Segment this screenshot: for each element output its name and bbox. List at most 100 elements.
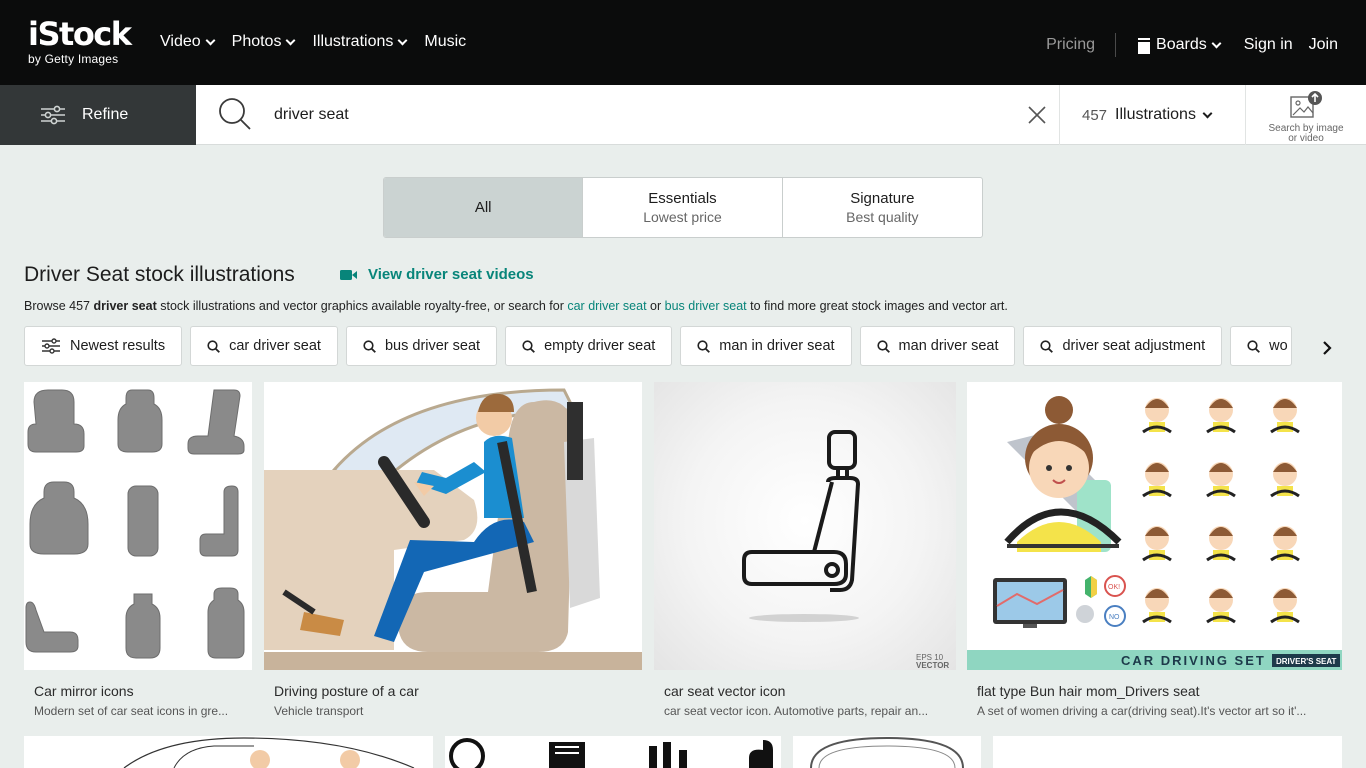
result-thumbnail[interactable]: [445, 736, 781, 768]
search-icon: [1040, 339, 1054, 353]
result-title[interactable]: flat type Bun hair mom_Drivers seat: [977, 683, 1200, 699]
image-upload-icon: [1290, 91, 1322, 118]
asset-type-select[interactable]: 457 Illustrations: [1059, 85, 1245, 145]
result-description: car seat vector icon. Automotive parts, …: [664, 704, 929, 718]
tab-signature-label: Signature: [850, 190, 915, 207]
search-by-image-button[interactable]: Search by image or video: [1245, 85, 1366, 145]
top-navigation-bar: iStock by Getty Images Video Photos Illu…: [0, 0, 1366, 85]
result-title[interactable]: Driving posture of a car: [274, 683, 419, 699]
browse-term: driver seat: [93, 299, 157, 313]
tab-essentials-sub: Lowest price: [643, 209, 722, 225]
search-icon: [363, 339, 376, 353]
tab-essentials-label: Essentials: [648, 190, 717, 207]
result-title[interactable]: car seat vector icon: [664, 683, 785, 699]
search-icon: [1247, 339, 1261, 353]
search-icon: [876, 339, 890, 353]
join-link[interactable]: Join: [1309, 36, 1338, 54]
chip-driver-seat-adjustment[interactable]: driver seat adjustment: [1023, 326, 1223, 366]
search-icon: [207, 339, 221, 353]
nav-video[interactable]: Video: [160, 33, 216, 51]
result-thumbnail[interactable]: OK! NO CAR DRIVING SET DRIVER'S SEAT: [967, 382, 1342, 670]
result-thumbnail[interactable]: [24, 382, 252, 670]
view-videos-link[interactable]: View driver seat videos: [340, 266, 534, 283]
chip-car-driver-seat[interactable]: car driver seat: [190, 326, 338, 366]
car-seat-outline-image: EPS 10 VECTOR: [742, 430, 949, 670]
sliders-icon: [41, 105, 65, 125]
related-link-bus-driver-seat[interactable]: bus driver seat: [665, 299, 747, 313]
account-nav: Pricing Boards Sign in Join: [1046, 33, 1338, 57]
chevron-right-icon[interactable]: [1316, 337, 1338, 359]
result-thumbnail[interactable]: [993, 736, 1342, 768]
result-thumbnail[interactable]: EPS 10 VECTOR: [654, 382, 956, 670]
chip-label: bus driver seat: [384, 338, 481, 354]
nav-illustrations-label: Illustrations: [312, 33, 394, 50]
tab-all-label: All: [474, 199, 492, 216]
sliders-icon: [42, 338, 60, 354]
driving-posture-image: [264, 388, 642, 670]
car-seat-icons-image: [25, 389, 245, 659]
chip-label: man driver seat: [898, 338, 999, 354]
steering-wheel-image: [810, 736, 964, 768]
chip-man-driver-seat[interactable]: man driver seat: [859, 326, 1016, 366]
license-tabs: All Essentials Lowest price Signature Be…: [383, 177, 983, 238]
search-icon: [522, 339, 536, 353]
nav-photos[interactable]: Photos: [231, 33, 296, 51]
chip-label: Newest results: [70, 338, 166, 354]
pricing-link[interactable]: Pricing: [1046, 36, 1095, 54]
chip-label: driver seat adjustment: [1062, 338, 1206, 354]
nav-music-label: Music: [424, 33, 467, 50]
chip-label: empty driver seat: [544, 338, 656, 354]
car-set-banner: CAR DRIVING SET: [1121, 653, 1266, 668]
chip-man-in-driver-seat[interactable]: man in driver seat: [680, 326, 852, 366]
chip-newest-results[interactable]: Newest results: [24, 326, 183, 366]
search-input[interactable]: [262, 99, 1002, 131]
nav-divider: [1115, 33, 1117, 57]
boards-button[interactable]: Boards: [1136, 36, 1222, 56]
chip-bus-driver-seat[interactable]: bus driver seat: [345, 326, 498, 366]
browse-or: or: [650, 299, 662, 313]
chip-label: wo: [1269, 338, 1288, 354]
tab-essentials[interactable]: Essentials Lowest price: [583, 178, 783, 237]
result-description: Vehicle transport: [274, 704, 364, 718]
refine-label: Refine: [82, 106, 129, 123]
tab-signature[interactable]: Signature Best quality: [783, 178, 982, 237]
logo-wordmark: iStock: [28, 15, 132, 53]
tab-all[interactable]: All: [384, 178, 584, 237]
result-thumbnail[interactable]: [264, 382, 642, 670]
chevron-down-icon: [205, 35, 216, 45]
chip-empty-driver-seat[interactable]: empty driver seat: [505, 326, 673, 366]
browse-suffix: to find more great stock images and vect…: [750, 299, 1008, 313]
no-badge: NO: [1109, 614, 1120, 621]
istock-logo[interactable]: iStock by Getty Images: [28, 15, 132, 66]
browse-description: Browse 457 driver seat stock illustratio…: [24, 299, 1008, 313]
asset-type-label: Illustrations: [1115, 106, 1196, 123]
browse-middle: stock illustrations and vector graphics …: [160, 299, 564, 313]
related-link-car-driver-seat[interactable]: car driver seat: [567, 299, 646, 313]
chip-truncated[interactable]: wo: [1230, 326, 1293, 366]
nav-illustrations[interactable]: Illustrations: [312, 33, 408, 51]
result-description: A set of women driving a car(driving sea…: [977, 704, 1307, 718]
tab-signature-sub: Best quality: [846, 209, 919, 225]
car-icons-row-image: [449, 738, 773, 768]
nav-music[interactable]: Music: [424, 33, 466, 51]
chevron-down-icon: [1211, 38, 1222, 48]
main-nav: Video Photos Illustrations Music: [160, 33, 466, 51]
boards-icon: [1136, 38, 1153, 56]
nav-photos-label: Photos: [231, 33, 282, 50]
result-count: 457: [1082, 106, 1108, 124]
result-thumbnail[interactable]: [793, 736, 981, 768]
refine-button[interactable]: Refine: [0, 85, 196, 145]
close-icon[interactable]: [1026, 104, 1048, 126]
search-by-image-label: Search by image or video: [1268, 123, 1344, 144]
eps-badge-sub: VECTOR: [916, 661, 949, 670]
search-icon[interactable]: [218, 97, 252, 131]
car-driving-set-image: OK! NO CAR DRIVING SET DRIVER'S SEAT: [967, 396, 1342, 670]
result-thumbnail[interactable]: [24, 736, 433, 768]
result-title[interactable]: Car mirror icons: [34, 683, 134, 699]
video-camera-icon: [340, 269, 357, 280]
signin-link[interactable]: Sign in: [1244, 36, 1293, 54]
car-interior-outline-image: [123, 737, 415, 768]
chip-label: man in driver seat: [719, 338, 835, 354]
browse-prefix: Browse 457: [24, 299, 91, 313]
car-set-tag: DRIVER'S SEAT: [1276, 657, 1337, 666]
